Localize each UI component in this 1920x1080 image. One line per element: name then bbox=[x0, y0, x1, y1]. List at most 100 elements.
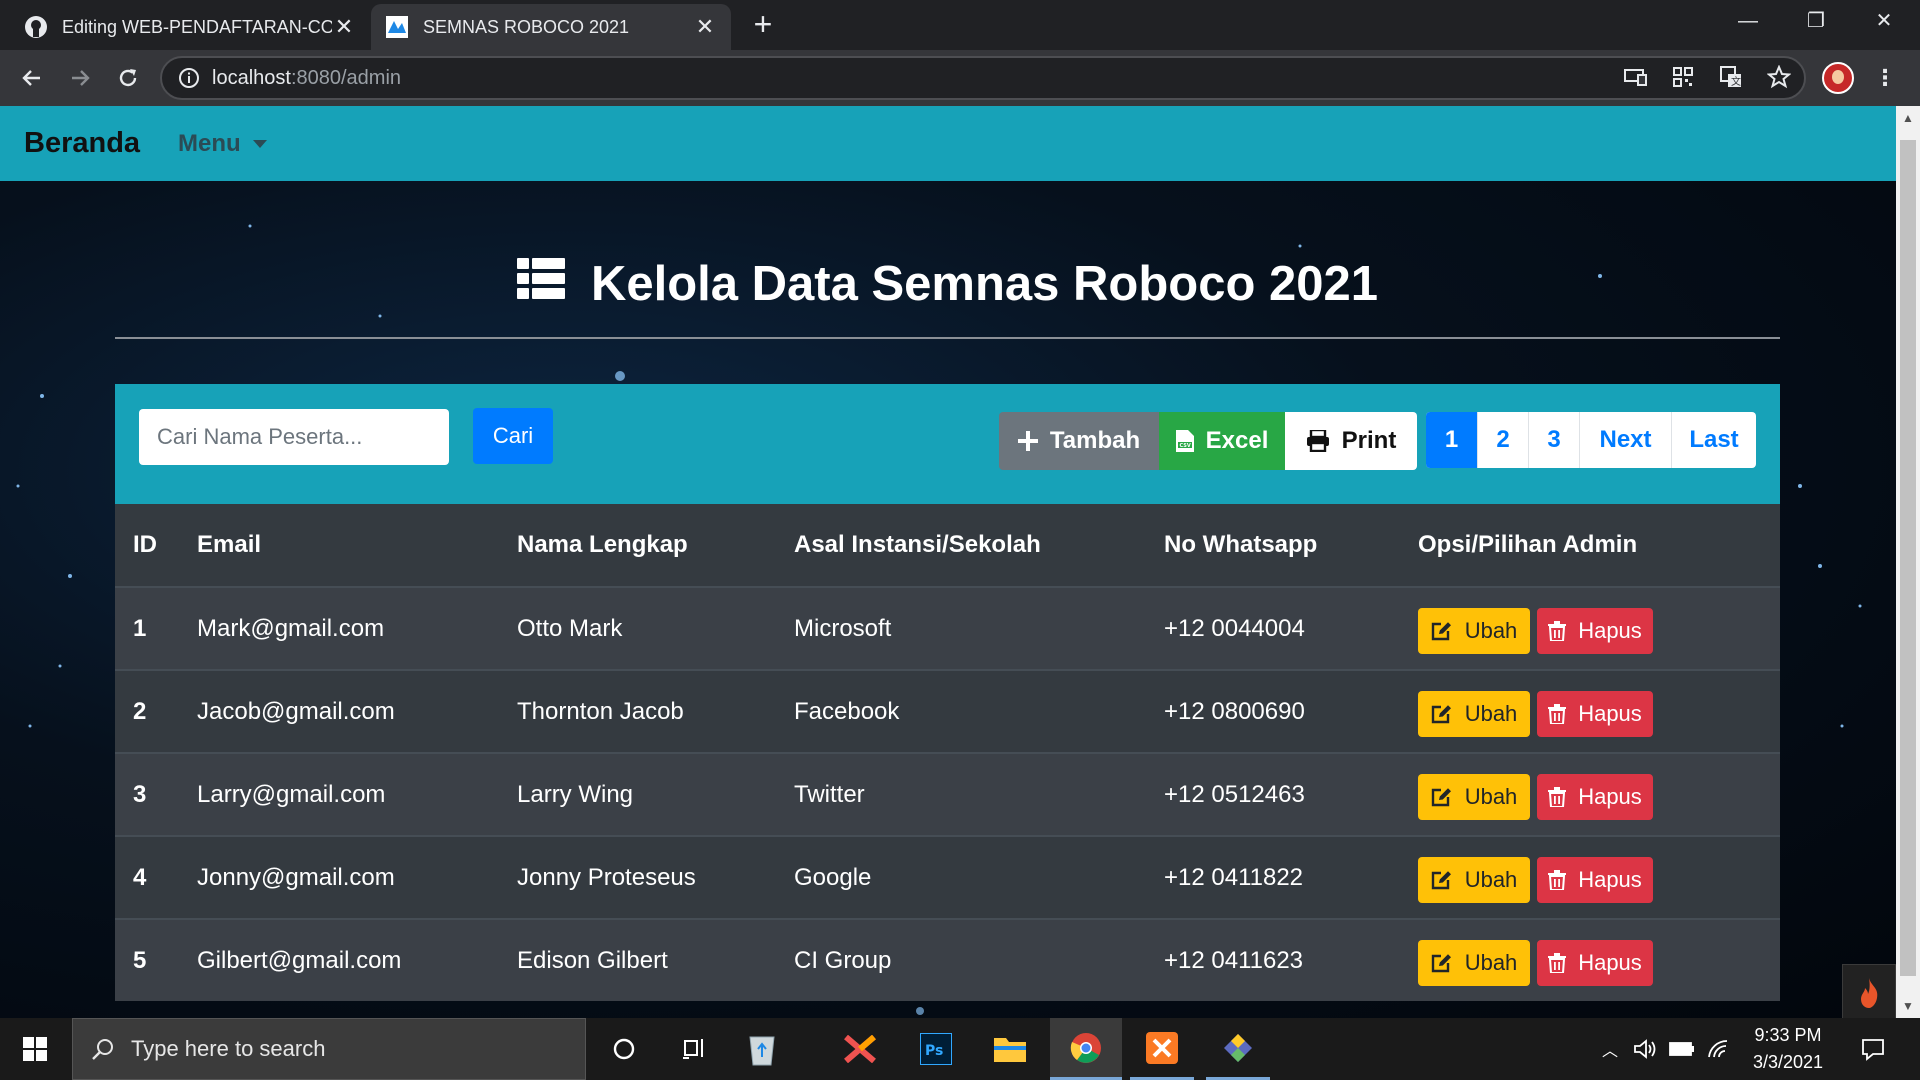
flame-icon[interactable] bbox=[1842, 964, 1896, 1018]
page-heading: Kelola Data Semnas Roboco 2021 bbox=[115, 256, 1780, 312]
edit-button[interactable]: Ubah bbox=[1418, 939, 1530, 986]
new-tab-button[interactable]: + bbox=[748, 8, 778, 42]
cell-id: 4 bbox=[133, 863, 147, 891]
volume-icon[interactable] bbox=[1630, 1018, 1660, 1080]
restore-icon[interactable]: ❐ bbox=[1792, 0, 1840, 44]
page-2-link[interactable]: 2 bbox=[1478, 412, 1529, 468]
header-nama: Nama Lengkap bbox=[517, 531, 688, 558]
translate-icon[interactable]: 文 bbox=[1716, 62, 1746, 92]
cell-email: Jacob@gmail.com bbox=[197, 697, 395, 725]
add-button[interactable]: Tambah bbox=[999, 412, 1159, 470]
forward-icon[interactable] bbox=[60, 58, 100, 98]
edit-icon bbox=[1431, 953, 1451, 972]
edit-button[interactable]: Ubah bbox=[1418, 773, 1530, 820]
browser-menu-icon[interactable]: ⋮ bbox=[1870, 64, 1900, 94]
excel-button-label: Excel bbox=[1205, 427, 1269, 454]
page-title: Kelola Data Semnas Roboco 2021 bbox=[590, 257, 1378, 311]
delete-button[interactable]: Hapus bbox=[1537, 607, 1653, 654]
star-icon[interactable] bbox=[1764, 62, 1794, 92]
delete-button[interactable]: Hapus bbox=[1537, 939, 1653, 986]
close-window-icon[interactable]: ✕ bbox=[1860, 0, 1908, 44]
cell-id: 5 bbox=[133, 946, 147, 974]
action-button-group: Tambah CSV Excel Print bbox=[999, 412, 1417, 470]
delete-button[interactable]: Hapus bbox=[1537, 856, 1653, 903]
next-page-link[interactable]: Next bbox=[1580, 412, 1672, 468]
cell-actions: Ubah Hapus bbox=[1418, 604, 1780, 654]
menu-dropdown[interactable]: Menu bbox=[178, 130, 267, 158]
table-row: 5 Gilbert@gmail.com Edison Gilbert CI Gr… bbox=[115, 918, 1780, 1001]
printer-icon bbox=[1306, 430, 1329, 452]
task-view-icon[interactable] bbox=[668, 1018, 720, 1080]
cell-whatsapp: +12 0411822 bbox=[1164, 863, 1304, 891]
back-icon[interactable] bbox=[12, 58, 52, 98]
scroll-up-icon[interactable]: ▲ bbox=[1896, 108, 1920, 128]
search-input[interactable] bbox=[139, 409, 449, 465]
info-icon[interactable] bbox=[178, 67, 200, 89]
wifi-icon[interactable] bbox=[1704, 1018, 1734, 1080]
cell-nama: Jonny Proteseus bbox=[517, 863, 696, 891]
trash-icon bbox=[1548, 869, 1567, 890]
reload-icon[interactable] bbox=[108, 58, 148, 98]
cast-icon[interactable] bbox=[1620, 62, 1650, 92]
photoshop-icon[interactable]: Ps bbox=[910, 1018, 962, 1080]
delete-button[interactable]: Hapus bbox=[1537, 690, 1653, 737]
taskbar-clock[interactable]: 9:33 PM 3/3/2021 bbox=[1736, 1022, 1840, 1076]
xampp-icon[interactable] bbox=[1130, 1018, 1194, 1080]
scroll-down-icon[interactable]: ▼ bbox=[1896, 996, 1920, 1016]
tab-title: SEMNAS ROBOCO 2021 bbox=[423, 16, 630, 37]
table-row: 1 Mark@gmail.com Otto Mark Microsoft +12… bbox=[115, 586, 1780, 669]
close-tab-icon[interactable]: ✕ bbox=[332, 14, 356, 40]
excel-button[interactable]: CSV Excel bbox=[1159, 412, 1285, 470]
cell-instansi: Microsoft bbox=[794, 614, 892, 642]
chrome-icon[interactable] bbox=[1050, 1018, 1122, 1080]
edit-button-label: Ubah bbox=[1464, 866, 1518, 892]
taskbar-search-box[interactable]: Type here to search bbox=[72, 1018, 586, 1080]
git-icon[interactable] bbox=[1206, 1018, 1270, 1080]
edit-button[interactable]: Ubah bbox=[1418, 690, 1530, 737]
tab-title: Editing WEB-PENDAFTARAN-CODEIGNITER bbox=[62, 16, 332, 37]
edit-button[interactable]: Ubah bbox=[1418, 856, 1530, 903]
page-3-link[interactable]: 3 bbox=[1529, 412, 1580, 468]
search-button[interactable]: Cari bbox=[473, 408, 553, 464]
recycle-bin-icon[interactable] bbox=[736, 1018, 788, 1080]
print-button[interactable]: Print bbox=[1285, 412, 1417, 470]
battery-icon[interactable] bbox=[1666, 1018, 1698, 1080]
cell-email: Larry@gmail.com bbox=[197, 780, 386, 808]
notification-icon[interactable] bbox=[1850, 1018, 1896, 1080]
windows-icon[interactable] bbox=[0, 1018, 70, 1080]
taskbar-search-placeholder: Type here to search bbox=[131, 1036, 326, 1061]
scrollbar-thumb[interactable] bbox=[1900, 140, 1916, 976]
cell-actions: Ubah Hapus bbox=[1418, 936, 1780, 986]
close-tab-icon[interactable]: ✕ bbox=[693, 14, 717, 40]
show-hidden-icons-icon[interactable]: ︿ bbox=[1596, 1018, 1624, 1080]
csv-icon: CSV bbox=[1175, 430, 1194, 452]
page-scrollbar[interactable]: ▲ ▼ bbox=[1896, 106, 1920, 1018]
edit-icon bbox=[1431, 870, 1451, 889]
edit-icon bbox=[1431, 787, 1451, 806]
windows-taskbar: Type here to search Ps ︿ 9:33 PM 3/3/202… bbox=[0, 1018, 1920, 1080]
minimize-icon[interactable]: — bbox=[1724, 0, 1772, 44]
cell-id: 1 bbox=[133, 614, 147, 642]
caret-down-icon bbox=[252, 139, 267, 148]
heading-divider bbox=[115, 337, 1780, 339]
edit-icon bbox=[1431, 704, 1451, 723]
cell-instansi: Facebook bbox=[794, 697, 900, 725]
site-favicon bbox=[385, 15, 409, 39]
page-1-link[interactable]: 1 bbox=[1426, 412, 1478, 468]
navbar-brand[interactable]: Beranda bbox=[24, 127, 140, 160]
address-bar[interactable]: localhost:8080/admin bbox=[160, 56, 1806, 100]
delete-button[interactable]: Hapus bbox=[1537, 773, 1653, 820]
cell-email: Mark@gmail.com bbox=[197, 614, 385, 642]
xampp-x-icon[interactable] bbox=[834, 1018, 886, 1080]
qr-icon[interactable] bbox=[1668, 62, 1698, 92]
tab-editing[interactable]: Editing WEB-PENDAFTARAN-CODEIGNITER ✕ bbox=[10, 4, 370, 50]
cortana-icon[interactable] bbox=[598, 1018, 650, 1080]
participants-table: ID Email Nama Lengkap Asal Instansi/Seko… bbox=[115, 504, 1780, 1001]
profile-avatar[interactable] bbox=[1822, 62, 1854, 94]
last-page-link[interactable]: Last bbox=[1672, 412, 1756, 468]
cell-nama: Thornton Jacob bbox=[517, 697, 684, 725]
file-explorer-icon[interactable] bbox=[984, 1018, 1036, 1080]
table-row: 2 Jacob@gmail.com Thornton Jacob Faceboo… bbox=[115, 669, 1780, 752]
tab-semnas[interactable]: SEMNAS ROBOCO 2021 ✕ bbox=[371, 4, 731, 50]
edit-button[interactable]: Ubah bbox=[1418, 607, 1530, 654]
